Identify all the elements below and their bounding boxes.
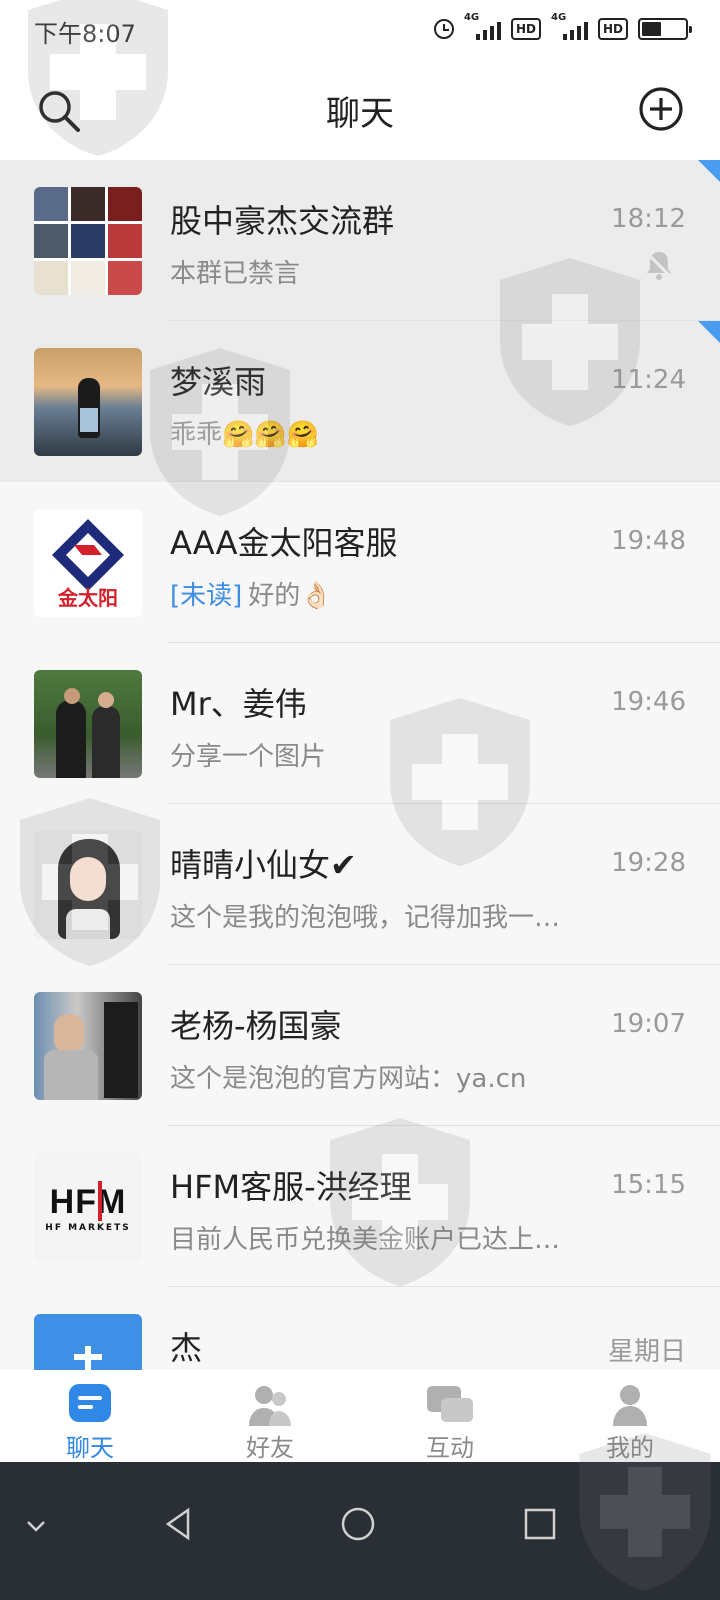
chat-list[interactable]: 股中豪杰交流群 本群已禁言 18:12 梦溪雨 乖乖🤗🤗🤗 11:24 金太阳 … bbox=[0, 160, 720, 1370]
chat-row[interactable]: 梦溪雨 乖乖🤗🤗🤗 11:24 bbox=[0, 321, 720, 482]
chat-time: 15:15 bbox=[611, 1170, 686, 1200]
avatar bbox=[34, 670, 142, 778]
avatar bbox=[34, 831, 142, 939]
tab-friends[interactable]: 好友 bbox=[180, 1370, 360, 1462]
status-bar: 下午8:07 4G HD 4G HD bbox=[0, 0, 720, 56]
chat-time: 18:12 bbox=[611, 204, 686, 234]
home-icon[interactable] bbox=[340, 1506, 376, 1542]
battery-icon bbox=[638, 18, 692, 40]
page-title: 聊天 bbox=[326, 94, 394, 134]
chat-preview: [未读] 好的👌🏻 bbox=[170, 581, 333, 611]
chat-row[interactable]: 金太阳 AAA金太阳客服 [未读] 好的👌🏻 19:48 bbox=[0, 482, 720, 643]
chat-time: 11:24 bbox=[611, 365, 686, 395]
chat-preview: 这个是我的泡泡哦，记得加我一… bbox=[170, 903, 561, 933]
chat-row[interactable]: 杰 星期日 bbox=[0, 1287, 720, 1370]
profile-icon bbox=[613, 1385, 647, 1426]
chat-time: 19:28 bbox=[611, 848, 686, 878]
hd-icon-2: HD bbox=[597, 18, 628, 40]
signal-icon-2: 4G bbox=[551, 12, 588, 40]
signal-icon: 4G bbox=[464, 12, 501, 40]
title-bar: 聊天 bbox=[0, 56, 720, 160]
back-icon[interactable] bbox=[160, 1506, 196, 1542]
chat-row[interactable]: 老杨-杨国豪 这个是泡泡的官方网站：ya.cn 19:07 bbox=[0, 965, 720, 1126]
chat-preview: 乖乖🤗🤗🤗 bbox=[170, 420, 320, 450]
chat-row[interactable]: 晴晴小仙女✔ 这个是我的泡泡哦，记得加我一… 19:28 bbox=[0, 804, 720, 965]
chat-name: Mr、姜伟 bbox=[170, 685, 307, 723]
chat-time: 19:07 bbox=[611, 1009, 686, 1039]
chat-row[interactable]: Mr、姜伟 分享一个图片 19:46 bbox=[0, 643, 720, 804]
chat-preview: 分享一个图片 bbox=[170, 742, 327, 772]
hd-icon: HD bbox=[510, 18, 541, 40]
chat-icon bbox=[69, 1384, 111, 1422]
bottom-tab-bar: 聊天 好友 互动 我的 bbox=[0, 1370, 720, 1462]
chat-time: 19:46 bbox=[611, 687, 686, 717]
tab-profile[interactable]: 我的 bbox=[540, 1370, 720, 1462]
chevron-down-icon[interactable] bbox=[24, 1518, 48, 1534]
chat-row[interactable]: HFM HF MARKETS HFM客服-洪经理 目前人民币兑换美金账户已达上…… bbox=[0, 1126, 720, 1287]
tab-interact[interactable]: 互动 bbox=[360, 1370, 540, 1462]
avatar bbox=[34, 1314, 142, 1370]
chat-time: 星期日 bbox=[607, 1337, 686, 1367]
avatar bbox=[34, 348, 142, 456]
pin-corner-icon bbox=[698, 321, 720, 343]
chat-name: 老杨-杨国豪 bbox=[170, 1007, 342, 1045]
hfm-logo-text: HFM bbox=[49, 1183, 127, 1221]
chat-name: AAA金太阳客服 bbox=[170, 524, 398, 562]
brand-avatar: 金太阳 bbox=[34, 509, 142, 617]
chat-name: 梦溪雨 bbox=[170, 363, 267, 401]
avatar bbox=[34, 992, 142, 1100]
friends-icon bbox=[249, 1386, 291, 1426]
status-icons: 4G HD 4G HD bbox=[433, 12, 692, 44]
group-avatar bbox=[34, 187, 142, 295]
alarm-icon bbox=[433, 19, 454, 39]
unread-tag: [未读] bbox=[170, 581, 243, 611]
chat-row[interactable]: 股中豪杰交流群 本群已禁言 18:12 bbox=[0, 160, 720, 321]
brand-avatar: HFM HF MARKETS bbox=[34, 1153, 142, 1261]
add-icon[interactable] bbox=[638, 86, 684, 132]
chat-name: 股中豪杰交流群 bbox=[170, 202, 395, 240]
status-time: 下午8:07 bbox=[34, 20, 136, 48]
chat-preview: 目前人民币兑换美金账户已达上… bbox=[170, 1225, 561, 1255]
chat-preview: 本群已禁言 bbox=[170, 259, 301, 289]
chat-name: 晴晴小仙女✔ bbox=[170, 846, 357, 884]
chat-name: HFM客服-洪经理 bbox=[170, 1168, 412, 1206]
chat-preview: 这个是泡泡的官方网站：ya.cn bbox=[170, 1064, 527, 1094]
pin-corner-icon bbox=[698, 160, 720, 182]
chat-time: 19:48 bbox=[611, 526, 686, 556]
tab-chat[interactable]: 聊天 bbox=[0, 1370, 180, 1462]
interact-icon bbox=[427, 1386, 473, 1422]
mute-bell-icon bbox=[644, 250, 674, 280]
chat-name: 杰 bbox=[170, 1329, 203, 1367]
recents-icon[interactable] bbox=[522, 1506, 558, 1542]
system-nav-bar bbox=[0, 1462, 720, 1600]
